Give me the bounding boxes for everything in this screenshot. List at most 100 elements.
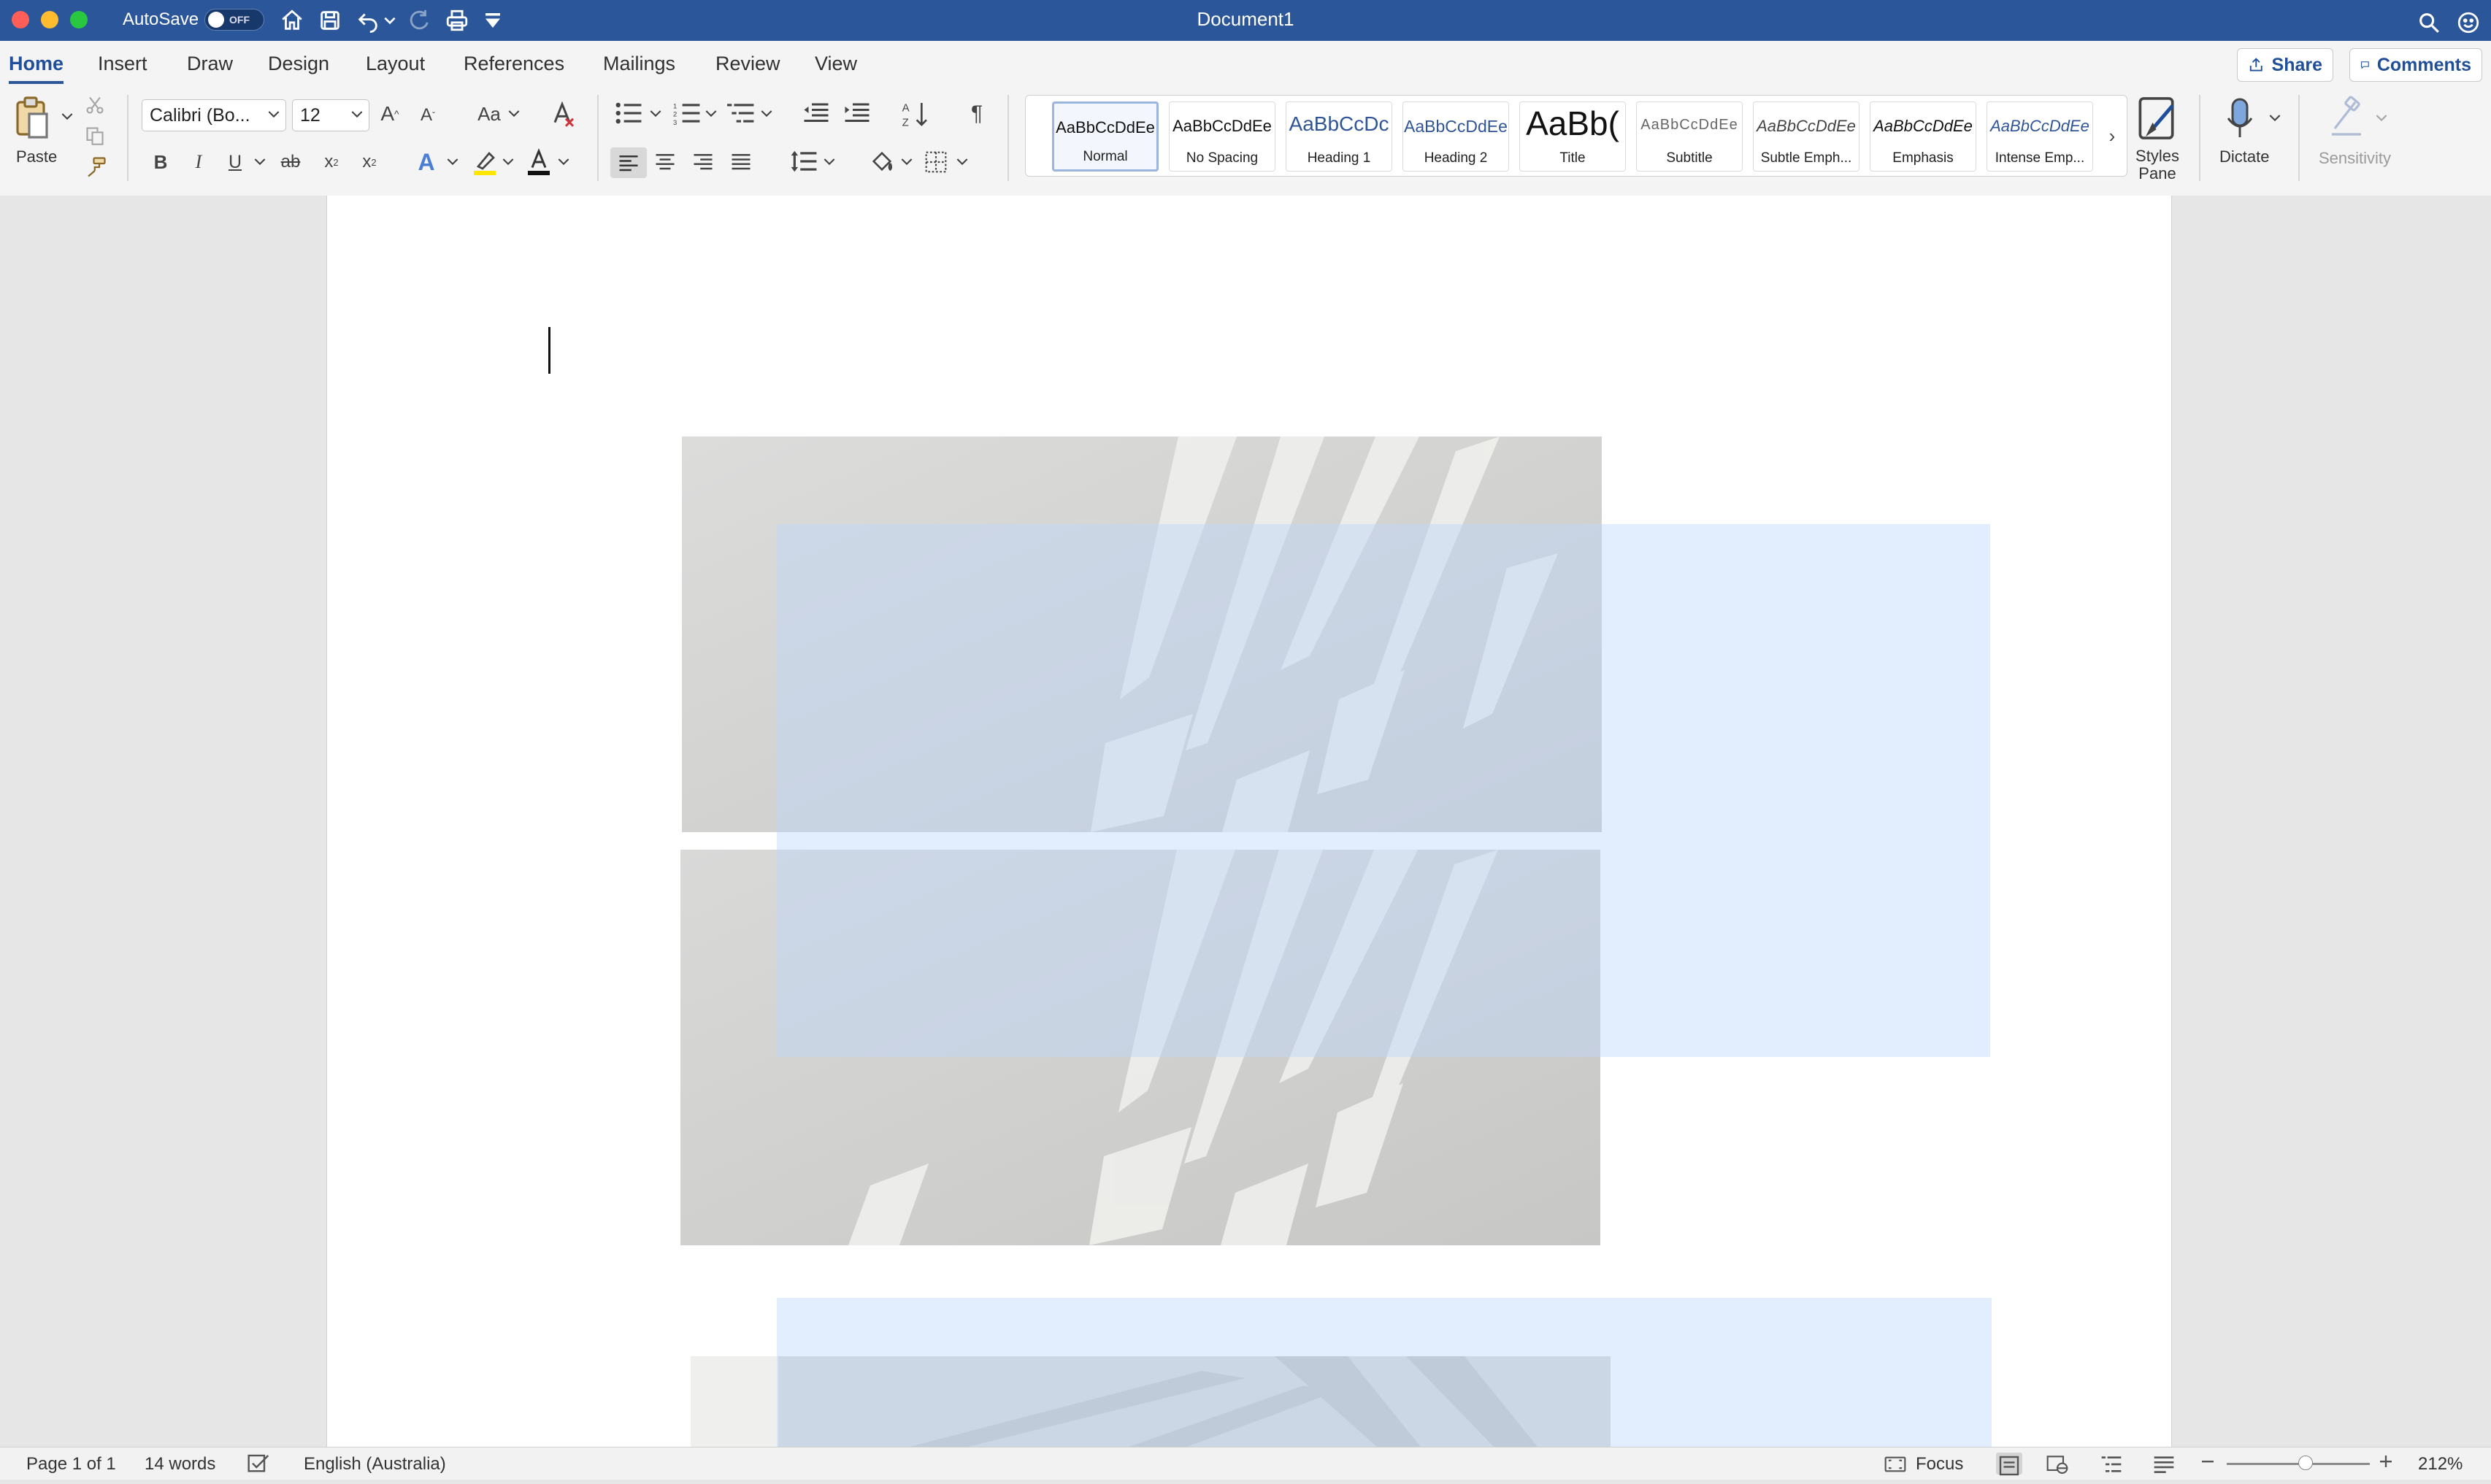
font-name-dropdown[interactable]: Calibri (Bo... (142, 99, 286, 131)
font-color-chevron-icon[interactable] (558, 158, 569, 166)
close-window-button[interactable] (12, 11, 29, 28)
microphone-icon[interactable] (2225, 95, 2254, 142)
borders-chevron-icon[interactable] (956, 158, 968, 166)
strikethrough-button[interactable]: ab (277, 150, 304, 174)
undo-dropdown-icon[interactable] (383, 4, 397, 36)
style-heading-2[interactable]: AaBbCcDdEe Heading 2 (1402, 101, 1509, 172)
change-case-chevron-icon[interactable] (508, 109, 520, 118)
change-case-button[interactable]: Aa (473, 101, 505, 127)
sensitivity-chevron-icon[interactable] (2376, 114, 2387, 123)
justify-button[interactable] (730, 152, 752, 171)
paste-options-chevron-icon[interactable] (61, 112, 73, 121)
numbering-icon[interactable]: 123 (673, 101, 701, 126)
tab-layout[interactable]: Layout (366, 53, 425, 75)
italic-button[interactable]: I (188, 150, 209, 174)
text-effects-icon[interactable]: A (413, 149, 440, 175)
zoom-level[interactable]: 212% (2418, 1454, 2463, 1475)
clear-formatting-icon[interactable] (548, 99, 577, 128)
save-icon[interactable] (314, 4, 346, 36)
multilevel-chevron-icon[interactable] (761, 109, 772, 118)
autosave-toggle[interactable]: OFF (204, 9, 264, 31)
customize-toolbar-icon[interactable] (482, 4, 504, 36)
style-normal[interactable]: AaBbCcDdEe Normal (1052, 101, 1159, 172)
font-color-icon[interactable] (526, 147, 552, 177)
outline-view-icon[interactable] (2100, 1453, 2123, 1475)
decrease-indent-icon[interactable] (803, 101, 829, 126)
bold-button[interactable]: B (150, 150, 171, 174)
tab-mailings[interactable]: Mailings (603, 53, 675, 75)
document-area[interactable] (0, 196, 2491, 1447)
copy-icon[interactable] (85, 126, 105, 146)
bullets-icon[interactable] (615, 101, 642, 126)
page-count[interactable]: Page 1 of 1 (26, 1454, 116, 1475)
focus-label[interactable]: Focus (1916, 1454, 1963, 1475)
draft-view-icon[interactable] (2152, 1453, 2176, 1475)
dictate-chevron-icon[interactable] (2269, 114, 2281, 123)
format-painter-icon[interactable] (85, 156, 107, 178)
style-heading-1[interactable]: AaBbCcDc Heading 1 (1286, 101, 1392, 172)
paste-icon[interactable] (15, 96, 50, 140)
show-formatting-marks-icon[interactable]: ¶ (964, 99, 990, 128)
zoom-slider-thumb[interactable] (2298, 1456, 2313, 1470)
web-layout-view-icon[interactable] (2046, 1453, 2069, 1475)
print-icon[interactable] (441, 4, 473, 36)
document-page[interactable] (326, 196, 2172, 1447)
borders-icon[interactable] (924, 150, 948, 174)
tab-references[interactable]: References (464, 53, 564, 75)
highlight-color-icon[interactable] (472, 149, 498, 175)
language-indicator[interactable]: English (Australia) (304, 1454, 446, 1475)
styles-pane-icon[interactable] (2136, 95, 2180, 142)
comments-button[interactable]: Comments (2349, 48, 2482, 82)
maximize-window-button[interactable] (70, 11, 88, 28)
superscript-button[interactable]: x2 (358, 150, 381, 174)
style-title[interactable]: AaBb( Title (1519, 101, 1626, 172)
proofing-icon[interactable] (247, 1453, 270, 1475)
sensitivity-icon[interactable] (2329, 95, 2364, 139)
style-emphasis[interactable]: AaBbCcDdEe Emphasis (1870, 101, 1976, 172)
tab-design[interactable]: Design (268, 53, 329, 75)
grow-font-icon[interactable]: A ^ (377, 101, 403, 127)
text-effects-chevron-icon[interactable] (447, 158, 458, 166)
undo-icon[interactable] (352, 4, 384, 36)
tab-view[interactable]: View (815, 53, 857, 75)
zoom-in-icon[interactable] (2377, 1453, 2395, 1475)
focus-icon[interactable] (1884, 1453, 1907, 1475)
style-subtitle[interactable]: AaBbCcDdEe Subtitle (1636, 101, 1743, 172)
share-button[interactable]: Share (2237, 48, 2333, 82)
subscript-button[interactable]: x2 (320, 150, 343, 174)
multilevel-list-icon[interactable] (727, 101, 755, 126)
shading-chevron-icon[interactable] (901, 158, 913, 166)
align-left-button[interactable] (610, 147, 647, 178)
feedback-smiley-icon[interactable] (2454, 7, 2482, 39)
shading-icon[interactable] (869, 149, 895, 174)
underline-chevron-icon[interactable] (254, 158, 266, 166)
print-layout-view-icon[interactable] (1996, 1453, 2022, 1476)
shrink-font-icon[interactable]: Aˇ (415, 102, 441, 128)
font-size-dropdown[interactable]: 12 (292, 99, 369, 131)
align-center-button[interactable] (654, 152, 676, 171)
highlight-chevron-icon[interactable] (502, 158, 514, 166)
align-right-button[interactable] (692, 152, 714, 171)
tab-insert[interactable]: Insert (98, 53, 147, 75)
sort-icon[interactable]: AZ (901, 99, 930, 128)
redo-icon[interactable] (403, 4, 435, 36)
styles-pane-label[interactable]: Styles Pane (2133, 147, 2181, 182)
cut-icon[interactable] (85, 95, 105, 115)
bullets-chevron-icon[interactable] (650, 109, 661, 118)
search-icon[interactable] (2415, 7, 2443, 39)
home-icon[interactable] (276, 4, 308, 36)
underline-button[interactable]: U (225, 150, 245, 174)
styles-gallery-more-icon[interactable]: › (2105, 125, 2119, 147)
increase-indent-icon[interactable] (844, 101, 870, 126)
style-no-spacing[interactable]: AaBbCcDdEe No Spacing (1169, 101, 1275, 172)
tab-draw[interactable]: Draw (187, 53, 233, 75)
style-subtle-emphasis[interactable]: AaBbCcDdEe Subtle Emph... (1753, 101, 1859, 172)
tab-review[interactable]: Review (715, 53, 780, 75)
line-spacing-chevron-icon[interactable] (824, 158, 835, 166)
numbering-chevron-icon[interactable] (705, 109, 717, 118)
line-spacing-icon[interactable] (790, 149, 818, 174)
minimize-window-button[interactable] (41, 11, 58, 28)
word-count[interactable]: 14 words (145, 1454, 215, 1475)
zoom-out-icon[interactable] (2199, 1453, 2216, 1475)
tab-home[interactable]: Home (9, 53, 64, 84)
